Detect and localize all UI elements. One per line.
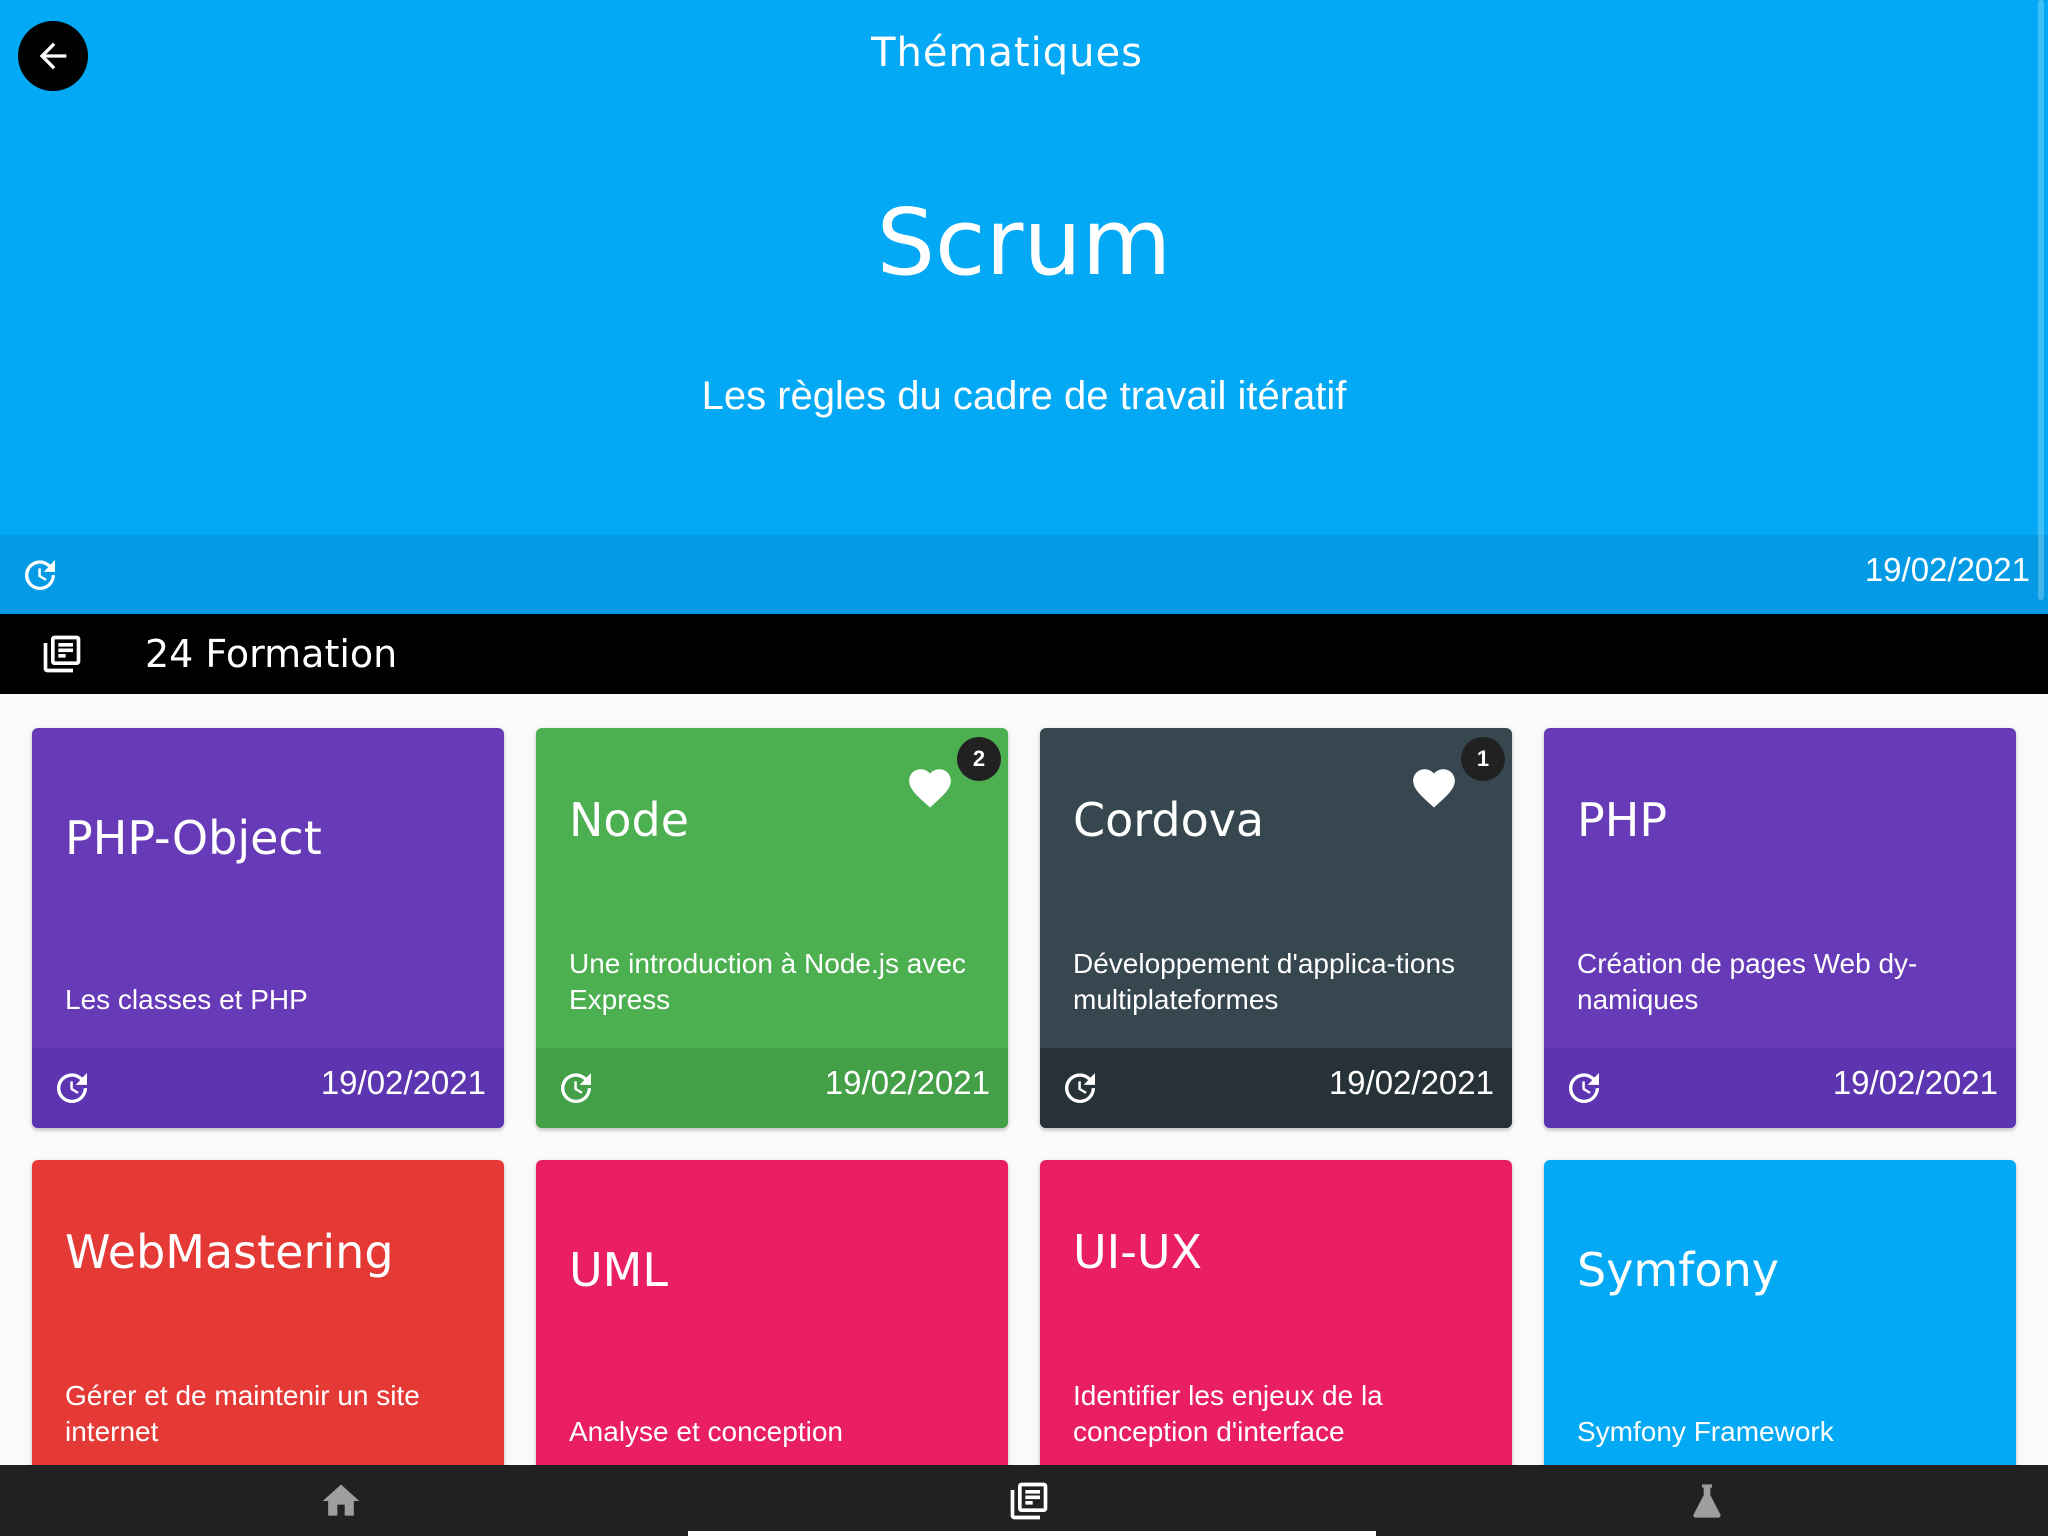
update-icon [1065,1073,1095,1103]
library-books-icon [1010,1482,1048,1519]
card-description-text: Symfony Framework [1577,1416,1834,1447]
card-description-text: Gérer et de maintenir un site internet [65,1380,420,1447]
update-icon [57,1073,87,1103]
card-description: Analyse et conception [569,1370,968,1450]
card-footer: 19/02/2021 [536,1048,1008,1128]
page-title: Scrum [876,189,1172,296]
card-description-text: Les classes et PHP [65,984,308,1015]
card-description: Une introduction à Node.js avec Express [569,938,968,1018]
update-icon [561,1073,591,1103]
card-title: UML [569,1243,668,1297]
card-footer: 19/02/2021 [1544,1048,2016,1128]
card-description: Les classes et PHP [65,938,464,1018]
formation-card-node[interactable]: Node 2 Une introduction à Node.js avec E… [536,728,1008,1128]
formation-card-cordova[interactable]: Cordova 1 Développement d'applica-tions … [1040,728,1512,1128]
heart-icon[interactable] [905,763,955,813]
card-description: Développement d'applica-tions multiplate… [1073,938,1472,1018]
card-date: 19/02/2021 [824,1064,990,1101]
formation-card-php-object[interactable]: PHP-Object Les classes et PHP 19/02/2021 [32,728,504,1128]
card-title: PHP-Object [65,811,322,865]
bottom-navigation [0,1465,2048,1536]
update-icon [25,560,55,590]
card-description-text: Une introduction à Node.js avec Express [569,948,966,1015]
section-title: 24 Formation [145,632,398,676]
card-date: 19/02/2021 [1832,1064,1998,1101]
home-icon [322,1484,360,1516]
card-footer: 19/02/2021 [32,1048,504,1128]
library-books-icon [43,635,81,673]
heart-icon[interactable] [1409,763,1459,813]
favorites-count-badge: 2 [957,737,1001,781]
card-description: Symfony Framework [1577,1370,1976,1450]
card-description-text: Identifier les enjeux de la conception d… [1073,1380,1383,1447]
header-date: 19/02/2021 [1864,551,2030,588]
card-description: Création de pages Web dy-namiques [1577,938,1976,1018]
formation-card-php[interactable]: PHP Création de pages Web dy-namiques 19… [1544,728,2016,1128]
nav-labs[interactable] [1366,1465,2048,1536]
card-date: 19/02/2021 [1328,1064,1494,1101]
card-title: PHP [1577,793,1668,847]
card-description: Gérer et de maintenir un site internet [65,1370,464,1450]
card-title: WebMastering [65,1225,394,1279]
page-subtitle: Les règles du cadre de travail itératif [701,374,1347,418]
section-bar: 24 Formation [0,614,2048,694]
nav-title: Thématiques [871,30,1143,76]
card-date: 19/02/2021 [320,1064,486,1101]
nav-formations[interactable] [688,1465,1370,1536]
card-description-text: Développement d'applica-tions multiplate… [1073,948,1456,1015]
card-footer: 19/02/2021 [1040,1048,1512,1128]
card-description: Identifier les enjeux de la conception d… [1073,1370,1472,1450]
card-title: Symfony [1577,1243,1779,1297]
flask-icon [1693,1483,1721,1518]
card-title: UI-UX [1073,1225,1203,1279]
card-description-text: Création de pages Web dy-namiques [1577,948,1918,1015]
header-footer: 19/02/2021 [0,535,2048,614]
card-description-text: Analyse et conception [569,1416,843,1447]
scrollbar[interactable] [2038,0,2044,600]
update-icon [1569,1073,1599,1103]
nav-home[interactable] [0,1465,682,1536]
active-tab-indicator [688,1531,1376,1536]
theme-header: Thématiques Scrum Les règles du cadre de… [0,0,2048,535]
favorites-count-badge: 1 [1461,737,1505,781]
